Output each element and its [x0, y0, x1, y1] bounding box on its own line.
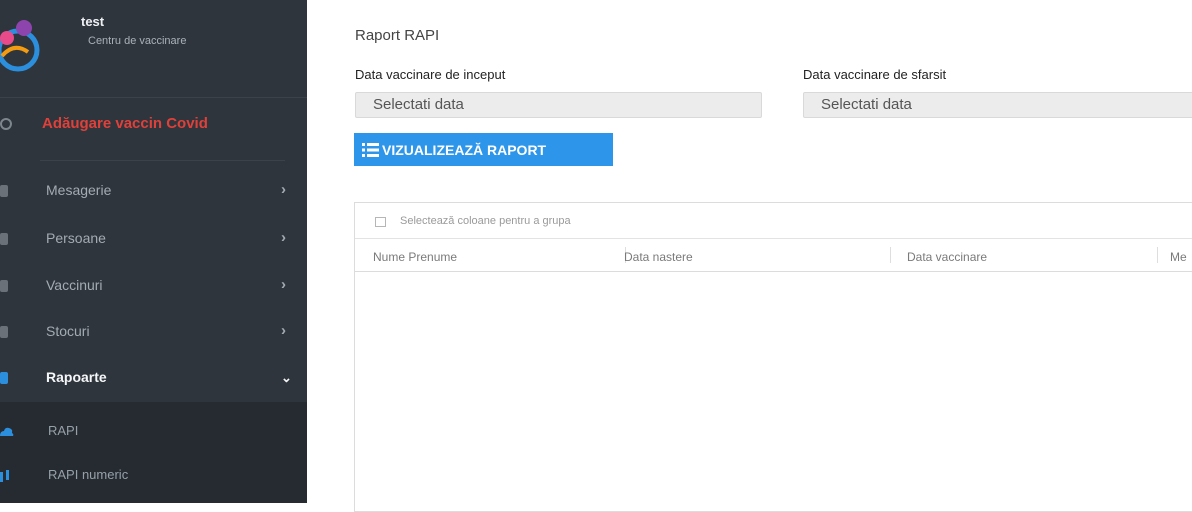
sidebar-item-label: Mesagerie: [46, 182, 112, 198]
start-date-input[interactable]: Selectati data: [355, 92, 762, 118]
chevron-right-icon: ›: [281, 276, 286, 293]
envelope-icon: [0, 185, 8, 197]
page-title: Raport RAPI: [355, 27, 440, 44]
column-header-nume-prenume[interactable]: Nume Prenume: [373, 250, 457, 264]
group-panel-text: Selectează coloane pentru a grupa: [400, 215, 571, 227]
submenu-item-label: RAPI numeric: [48, 467, 129, 482]
end-date-input[interactable]: Selectati data: [803, 92, 1192, 118]
brand-title: test: [81, 14, 105, 29]
cloud-icon: [0, 427, 14, 436]
submenu-item-rapi[interactable]: RAPI: [0, 410, 307, 454]
end-date-label: Data vaccinare de sfarsit: [803, 67, 947, 82]
submenu-item-rapi-numeric[interactable]: RAPI numeric: [0, 454, 307, 498]
chevron-right-icon: ›: [281, 181, 286, 198]
sidebar-item-label: Stocuri: [46, 323, 90, 339]
syringe-icon: [0, 280, 8, 292]
add-covid-vaccine-link[interactable]: Adăugare vaccin Covid: [0, 98, 307, 160]
sidebar-item-label: Vaccinuri: [46, 277, 103, 293]
column-separator: [1157, 247, 1158, 263]
report-grid: Selectează coloane pentru a grupa Nume P…: [354, 202, 1192, 512]
submenu-item-label: RAPI: [48, 423, 79, 438]
grid-header-row: Nume Prenume Data nastere Data vaccinare…: [355, 239, 1192, 272]
sidebar-item-stocuri[interactable]: Stocuri ›: [0, 309, 307, 357]
report-icon: [0, 372, 8, 384]
list-icon: [362, 143, 379, 157]
logo-icon: [0, 20, 40, 72]
column-separator: [890, 247, 891, 263]
sidebar-item-label: Persoane: [46, 230, 106, 246]
sidebar-item-label: Rapoarte: [46, 369, 107, 385]
column-header-data-vaccinare[interactable]: Data vaccinare: [907, 250, 987, 264]
view-report-button[interactable]: VIZUALIZEAZĂ RAPORT: [354, 133, 613, 166]
sidebar-divider: [40, 160, 285, 161]
chevron-right-icon: ›: [281, 322, 286, 339]
sidebar-item-rapoarte[interactable]: Rapoarte ⌄: [0, 355, 307, 403]
brand-subtitle: Centru de vaccinare: [88, 35, 187, 47]
chevron-down-icon: ⌄: [281, 370, 292, 385]
rapoarte-submenu: RAPI RAPI numeric: [0, 402, 307, 503]
plus-circle-icon: [0, 118, 12, 130]
column-header-partial[interactable]: Me: [1170, 250, 1187, 264]
start-date-label: Data vaccinare de inceput: [355, 67, 506, 82]
syringe-icon: [0, 326, 8, 338]
add-covid-vaccine-label: Adăugare vaccin Covid: [42, 115, 208, 132]
group-columns-icon: [375, 217, 386, 227]
sidebar: test Centru de vaccinare Adăugare vaccin…: [0, 0, 307, 503]
brand: test Centru de vaccinare: [0, 0, 307, 97]
sidebar-item-vaccinuri[interactable]: Vaccinuri ›: [0, 263, 307, 311]
sidebar-item-persoane[interactable]: Persoane ›: [0, 216, 307, 264]
view-report-button-label: VIZUALIZEAZĂ RAPORT: [382, 142, 547, 158]
sidebar-item-mesagerie[interactable]: Mesagerie ›: [0, 168, 307, 216]
sort-icon: [0, 470, 9, 482]
group-panel[interactable]: Selectează coloane pentru a grupa: [355, 203, 1192, 239]
main-content: Raport RAPI Data vaccinare de inceput Se…: [307, 0, 1192, 512]
column-header-data-nastere[interactable]: Data nastere: [624, 250, 693, 264]
users-icon: [0, 233, 8, 245]
chevron-right-icon: ›: [281, 229, 286, 246]
